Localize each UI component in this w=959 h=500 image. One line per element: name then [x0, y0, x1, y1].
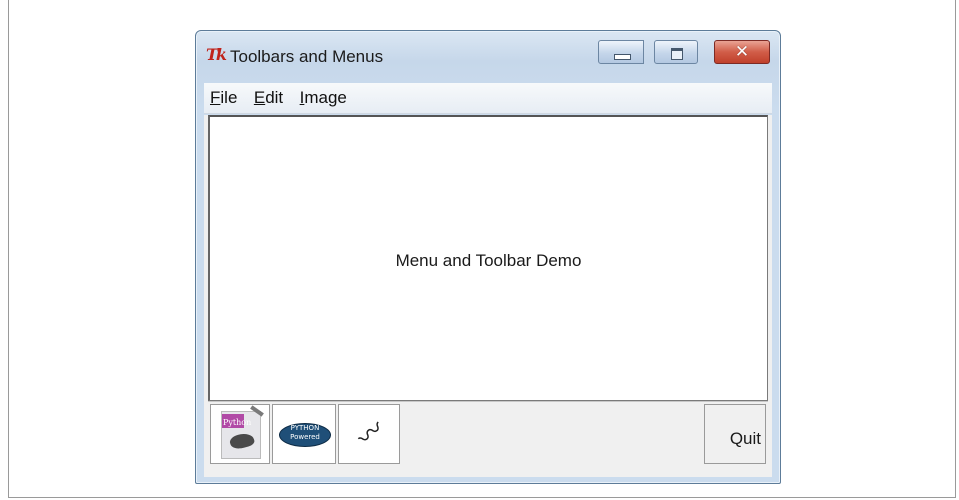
toolbar: Python PYTHON Powered 〰 Quit: [208, 401, 768, 468]
menu-edit-mnemonic: E: [253, 88, 266, 107]
book-animal: [228, 431, 256, 451]
maximize-icon: [671, 48, 683, 60]
menu-image[interactable]: Image: [294, 83, 353, 113]
title-bar[interactable]: Tk Toolbars and Menus ✕: [196, 31, 780, 79]
content-panel: Menu and Toolbar Demo: [208, 115, 768, 401]
demo-label: Menu and Toolbar Demo: [395, 251, 582, 270]
toolbar-button-python-snake[interactable]: 〰: [338, 404, 400, 464]
badge-text-top: PYTHON: [290, 424, 320, 432]
badge-text-bottom: Powered: [290, 433, 320, 441]
menu-file-label: ile: [220, 88, 238, 107]
menu-edit-label: dit: [265, 88, 284, 107]
quit-button[interactable]: Quit: [704, 404, 766, 464]
python-powered-icon: PYTHON Powered: [279, 423, 331, 447]
tk-logo-icon: Tk: [206, 45, 227, 64]
close-icon: ✕: [734, 42, 750, 62]
python-snake-icon: 〰: [351, 414, 391, 454]
book-band: Python: [222, 414, 251, 428]
toolbar-button-python-powered[interactable]: PYTHON Powered: [272, 404, 336, 464]
minimize-icon: [614, 54, 631, 60]
minimize-button[interactable]: [598, 40, 644, 64]
book-corner: [250, 405, 264, 417]
close-button[interactable]: ✕: [714, 40, 770, 64]
python-book-icon: Python: [221, 405, 264, 459]
client-area: Menu and Toolbar Demo Python PYTHON Powe…: [204, 115, 772, 477]
window-title: Toolbars and Menus: [230, 47, 384, 66]
menu-image-label: mage: [304, 88, 347, 107]
toolbar-button-python-book[interactable]: Python: [210, 404, 270, 464]
book-title: Python: [223, 418, 252, 427]
app-window: Tk Toolbars and Menus ✕ File Edit Image …: [195, 30, 781, 484]
maximize-button[interactable]: [654, 40, 698, 64]
menu-file[interactable]: File: [204, 83, 243, 113]
menu-file-mnemonic: F: [210, 88, 221, 107]
menu-edit[interactable]: Edit: [248, 83, 289, 113]
menu-bar: File Edit Image: [204, 83, 772, 114]
